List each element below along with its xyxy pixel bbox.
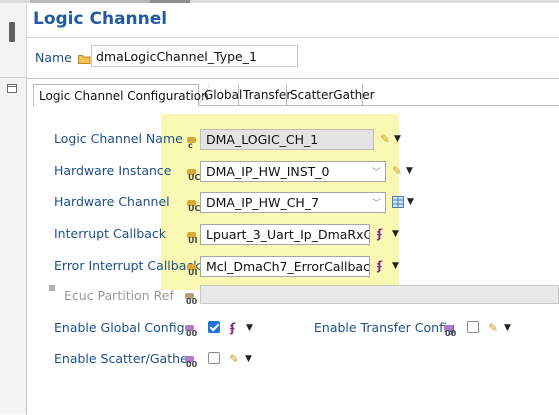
function-icon[interactable]: ʄ [377,260,382,272]
boolean-type-icon: 00 [185,356,197,369]
enable-global-config-label: Enable Global Config [54,320,185,335]
logic-channel-name-field[interactable]: DMA_LOGIC_CH_1 [200,129,374,150]
title-divider [26,37,559,38]
table-icon[interactable] [392,196,404,208]
boolean-type-icon: 00 [185,325,197,338]
ecuc-partition-ref-label: Ecuc Partition Ref [64,288,174,303]
string-type-icon: c [187,137,199,150]
hardware-channel-label: Hardware Channel [54,194,170,209]
pencil-icon[interactable]: ✎ [380,133,390,145]
chevron-down-icon[interactable]: ▼ [394,135,401,144]
left-gutter [0,3,27,414]
tab-transfer[interactable]: Transfer [240,84,291,106]
tab-baseline [199,105,559,106]
enable-global-config-checkbox[interactable] [208,321,220,333]
string-type-icon: UI [187,264,199,277]
minimize-icon[interactable] [7,84,17,93]
hardware-instance-value: DMA_IP_HW_INST_0 [206,164,330,179]
editor-tab-strip [0,0,559,3]
enum-type-icon: UC [187,169,200,182]
dropdown-arrow-icon[interactable]: ﹀ [372,196,381,209]
chevron-down-icon[interactable]: ▼ [504,324,511,333]
string-type-icon: UI [187,232,199,245]
boolean-type-icon: 00 [444,325,456,338]
hardware-channel-select[interactable]: DMA_IP_HW_CH_7 ﹀ [200,192,386,213]
error-interrupt-callback-label: Error Interrupt Callback [54,258,201,273]
tab-scattergather[interactable]: ScatterGather [287,84,375,106]
interrupt-callback-field[interactable]: Lpuart_3_Uart_Ip_DmaRxCompl [200,224,370,245]
error-interrupt-callback-field[interactable]: Mcl_DmaCh7_ErrorCallback [200,256,370,277]
dropdown-arrow-icon[interactable]: ﹀ [372,165,381,178]
interrupt-callback-label: Interrupt Callback [54,226,167,241]
folder-icon [78,55,91,64]
ecuc-partition-ref-field [200,285,559,304]
enable-scatter-gather-label: Enable Scatter/Gather [54,351,193,366]
gutter-divider [0,77,26,78]
hardware-instance-select[interactable]: DMA_IP_HW_INST_0 ﹀ [200,161,386,182]
tab-logic-channel-configuration[interactable]: Logic Channel Configuration [33,84,210,106]
function-icon[interactable]: ʄ [377,228,382,240]
pencil-icon[interactable]: ✎ [488,322,498,334]
page-title: Logic Channel [33,9,168,29]
chevron-down-icon[interactable]: ▼ [245,355,252,364]
pencil-icon[interactable]: ✎ [392,165,402,177]
hardware-instance-label: Hardware Instance [54,163,172,178]
chevron-down-icon[interactable]: ▼ [407,198,414,207]
name-label: Name [35,50,72,65]
enum-type-icon: UC [187,200,200,213]
enable-transfer-config-checkbox[interactable] [467,321,479,333]
reference-type-icon: 00 [185,293,197,306]
function-icon[interactable]: ʄ [230,322,235,334]
chevron-down-icon[interactable]: ▼ [246,324,253,333]
chevron-down-icon[interactable]: ▼ [392,230,399,239]
pencil-icon[interactable]: ✎ [229,353,239,365]
disabled-marker-icon [49,285,55,291]
sash-handle[interactable] [9,22,15,42]
enable-scatter-gather-checkbox[interactable] [208,352,220,364]
name-field[interactable]: dmaLogicChannel_Type_1 [91,45,298,67]
logic-channel-name-label: Logic Channel Name [54,131,183,146]
chevron-down-icon[interactable]: ▼ [392,262,399,271]
tab-global[interactable]: Global [201,84,242,106]
enable-transfer-config-label: Enable Transfer Config [314,320,455,335]
chevron-down-icon[interactable]: ▼ [406,167,413,176]
hardware-channel-value: DMA_IP_HW_CH_7 [206,195,320,210]
